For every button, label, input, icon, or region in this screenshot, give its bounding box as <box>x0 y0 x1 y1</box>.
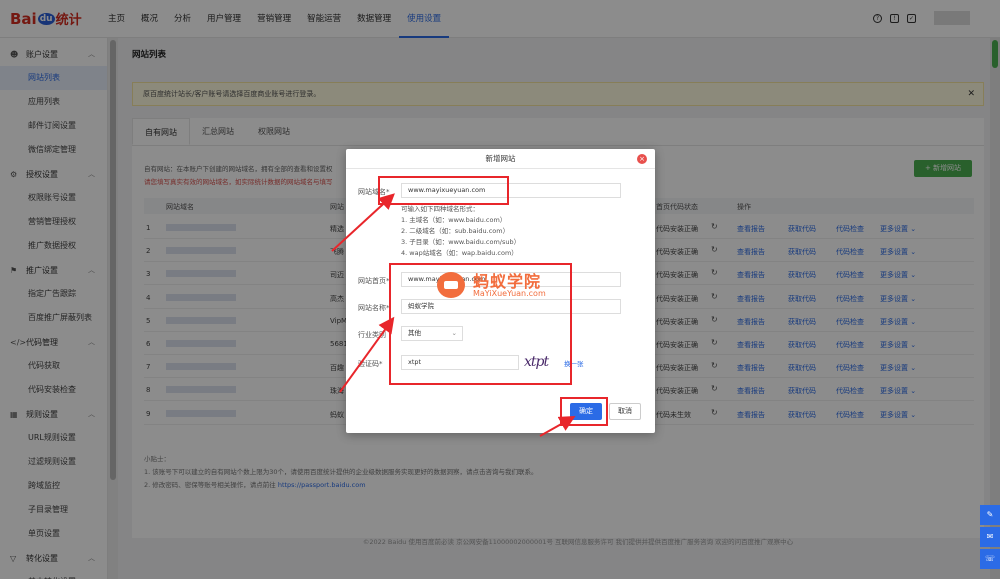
arrow-to-domain <box>331 193 395 252</box>
watermark-icon <box>437 272 465 298</box>
arrow-to-confirm <box>539 416 576 437</box>
arrow-to-fields <box>339 316 395 393</box>
watermark-logo: 蚂蚁学院 MaYiXueYuan.com <box>437 268 572 302</box>
watermark-en: MaYiXueYuan.com <box>473 289 546 298</box>
